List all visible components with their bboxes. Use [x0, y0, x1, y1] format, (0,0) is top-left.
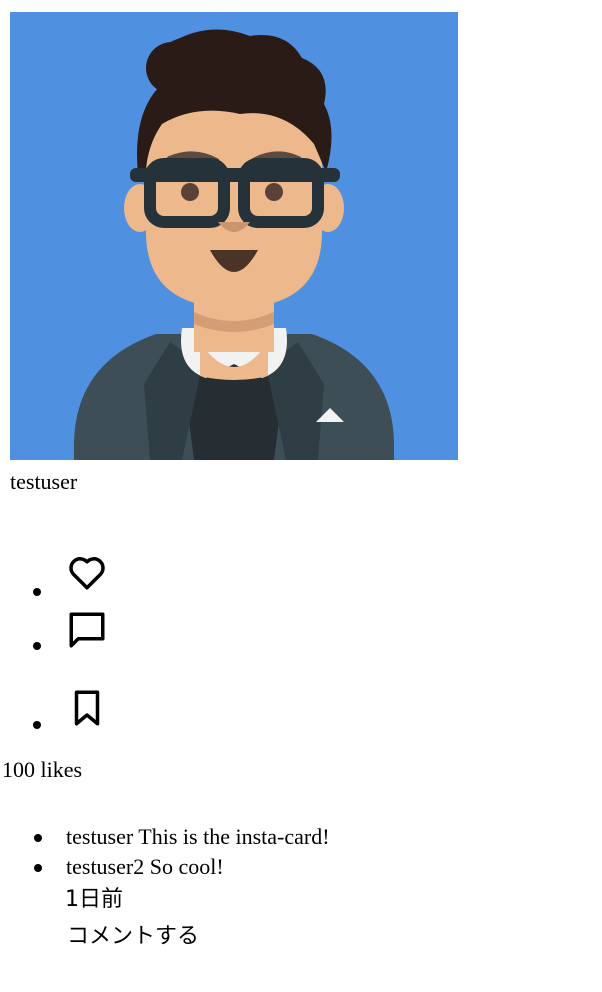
action-like [0, 541, 120, 596]
comment-item: testuser This is the insta-card! [30, 822, 330, 852]
comment-icon[interactable] [66, 609, 108, 651]
bookmark-icon[interactable] [66, 687, 108, 729]
action-save [0, 649, 120, 729]
heart-icon[interactable] [66, 551, 108, 593]
comment-list: testuser This is the insta-card! testuse… [30, 822, 330, 882]
post-username[interactable]: testuser [10, 468, 570, 496]
add-comment-link[interactable]: コメントする [67, 922, 199, 952]
post-card: testuser [10, 12, 570, 496]
action-bar [0, 541, 120, 729]
list-bullet [34, 834, 42, 842]
action-comment [0, 595, 120, 651]
list-bullet [34, 864, 42, 872]
list-bullet [33, 721, 41, 729]
post-timestamp: 1日前 [65, 887, 123, 912]
comment-text: testuser2 So cool! [66, 854, 224, 879]
comment-text: testuser This is the insta-card! [66, 824, 330, 849]
avatar [10, 12, 458, 460]
like-count: 100 likes [2, 757, 83, 782]
comment-item: testuser2 So cool! [30, 852, 330, 882]
